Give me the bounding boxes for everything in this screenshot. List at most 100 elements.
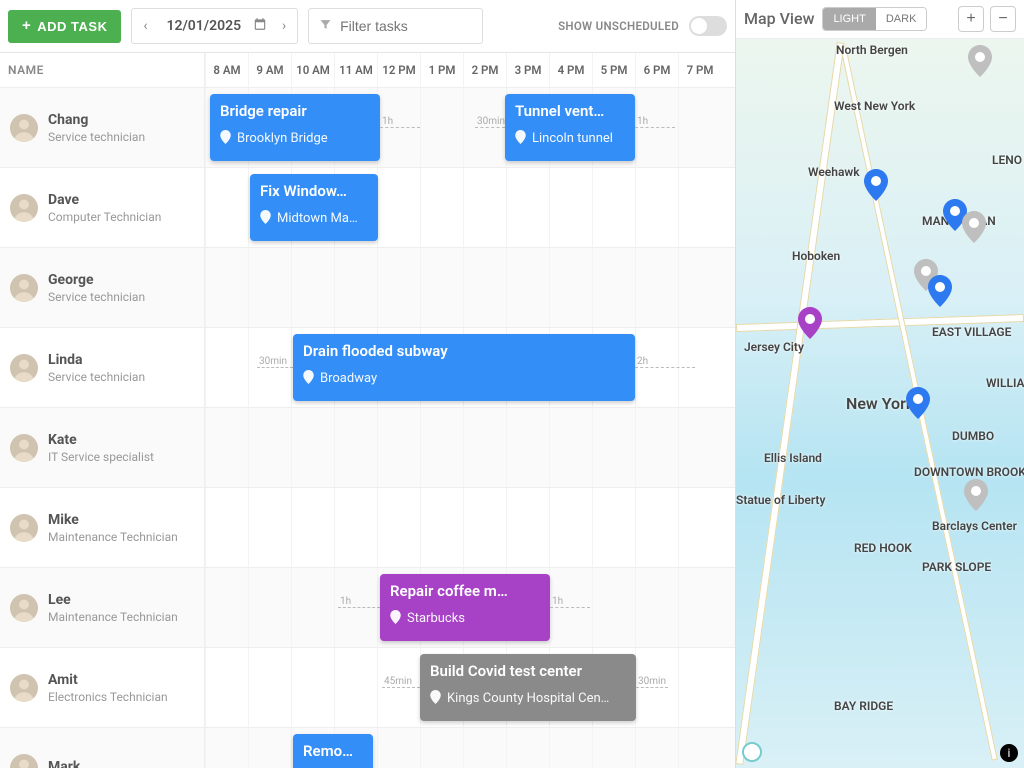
avatar	[10, 674, 38, 702]
task-card[interactable]: Build Covid test centerKings County Hosp…	[420, 654, 636, 721]
timeline-row[interactable]: Bridge repairBrooklyn Bridge1h30minTunne…	[205, 88, 735, 168]
unscheduled-toggle[interactable]	[689, 16, 727, 36]
avatar	[10, 194, 38, 222]
map-attribution-icon[interactable]	[742, 742, 762, 762]
time-header: 8 AM9 AM10 AM11 AM12 PM1 PM2 PM3 PM4 PM5…	[205, 53, 735, 88]
person-name: Amit	[48, 672, 168, 688]
timeline-row[interactable]: Fix Window… Midtown Ma…	[205, 168, 735, 248]
next-date-button[interactable]: ›	[271, 9, 297, 43]
task-card[interactable]: Drain flooded subway Broadway	[293, 334, 635, 401]
date-picker[interactable]: ‹ 12/01/2025 ›	[131, 8, 298, 44]
task-card[interactable]: Tunnel vent…Lincoln tunnel	[505, 94, 635, 161]
time-slot: 10 AM	[291, 53, 334, 87]
person-row[interactable]: Amit Electronics Technician	[0, 648, 204, 728]
map-label: Jersey City	[744, 340, 804, 354]
task-title: Drain flooded subway	[303, 342, 625, 360]
map-marker[interactable]	[962, 211, 986, 243]
person-row[interactable]: LindaService technician	[0, 328, 204, 408]
avatar	[10, 434, 38, 462]
avatar	[10, 514, 38, 542]
travel-time: 30min	[475, 127, 505, 129]
date-value: 12/01/2025	[158, 18, 249, 34]
map-label: North Bergen	[836, 43, 908, 57]
person-name: Mike	[48, 512, 178, 528]
timeline-row[interactable]: 30minDrain flooded subwayBroadway2h	[205, 328, 735, 408]
avatar	[10, 594, 38, 622]
unscheduled-label: SHOW UNSCHEDULED	[558, 19, 679, 33]
person-row[interactable]: Mike Maintenance Technician	[0, 488, 204, 568]
map-label: Ellis Island	[764, 451, 822, 465]
avatar	[10, 274, 38, 302]
task-title: Fix Window…	[260, 182, 368, 200]
time-slot: 8 AM	[205, 53, 248, 87]
calendar-icon[interactable]	[249, 17, 271, 35]
task-location: Broadway	[303, 370, 625, 387]
time-slot: 1 PM	[420, 53, 463, 87]
task-location: Kings County Hospital Cen…	[430, 690, 626, 707]
name-column-header: NAME	[0, 53, 204, 88]
map-marker[interactable]	[964, 479, 988, 511]
filter-box[interactable]	[308, 8, 483, 44]
map-light-button[interactable]: LIGHT	[823, 8, 875, 30]
person-row[interactable]: Mark	[0, 728, 204, 768]
zoom-out-button[interactable]: −	[990, 6, 1016, 32]
task-location: Midtown Ma…	[260, 210, 368, 227]
map-label: Weehawk	[808, 165, 860, 179]
person-row[interactable]: DaveComputer Technician	[0, 168, 204, 248]
location-pin-icon	[430, 690, 441, 707]
map-marker[interactable]	[968, 45, 992, 77]
time-slot: 5 PM	[592, 53, 635, 87]
timeline-row[interactable]: Remo…	[205, 728, 735, 768]
map-label: Hoboken	[792, 249, 840, 263]
map-dark-button[interactable]: DARK	[876, 8, 927, 30]
timeline-row[interactable]	[205, 488, 735, 568]
person-row[interactable]: ChangService technician	[0, 88, 204, 168]
timeline-row[interactable]: 45minBuild Covid test centerKings County…	[205, 648, 735, 728]
add-task-button[interactable]: + ADD TASK	[8, 10, 121, 43]
time-slot: 6 PM	[635, 53, 678, 87]
location-pin-icon	[260, 210, 271, 227]
filter-input[interactable]	[340, 18, 472, 34]
person-role: Service technician	[48, 370, 145, 384]
person-role: Electronics Technician	[48, 690, 168, 704]
task-card[interactable]: Fix Window… Midtown Ma…	[250, 174, 378, 241]
map-marker[interactable]	[798, 307, 822, 339]
map-label: DUMBO	[952, 429, 994, 443]
map-theme-segment: LIGHT DARK	[822, 7, 927, 31]
map-marker[interactable]	[906, 387, 930, 419]
timeline-row[interactable]	[205, 248, 735, 328]
travel-time: 1h	[550, 607, 590, 609]
person-role: Service technician	[48, 130, 145, 144]
person-row[interactable]: KateIT Service specialist	[0, 408, 204, 488]
time-slot: 7 PM	[678, 53, 721, 87]
map-header: Map View LIGHT DARK + −	[736, 0, 1024, 39]
person-name: Kate	[48, 432, 154, 448]
timeline-row[interactable]: 1hRepair coffee m…Starbucks1h	[205, 568, 735, 648]
person-row[interactable]: GeorgeService technician	[0, 248, 204, 328]
map-label: PARK SLOPE	[922, 560, 991, 574]
task-card[interactable]: Bridge repairBrooklyn Bridge	[210, 94, 380, 161]
travel-time: 30min	[636, 687, 668, 689]
map-canvas[interactable]: i North BergenWest New YorkWeehawkMANHAT…	[736, 39, 1024, 768]
time-slot: 2 PM	[463, 53, 506, 87]
task-card[interactable]: Repair coffee m…Starbucks	[380, 574, 550, 641]
task-location: Lincoln tunnel	[515, 130, 625, 147]
task-title: Repair coffee m…	[390, 582, 540, 600]
timeline-row[interactable]	[205, 408, 735, 488]
person-role: Service technician	[48, 290, 145, 304]
prev-date-button[interactable]: ‹	[132, 9, 158, 43]
person-role: Maintenance Technician	[48, 530, 178, 544]
person-name: Mark	[48, 759, 80, 768]
map-marker[interactable]	[864, 169, 888, 201]
task-card[interactable]: Remo…	[293, 734, 373, 768]
map-label: BAY RIDGE	[834, 699, 893, 713]
zoom-in-button[interactable]: +	[958, 6, 984, 32]
person-row[interactable]: LeeMaintenance Technician	[0, 568, 204, 648]
map-marker[interactable]	[928, 275, 952, 307]
travel-time: 45min	[382, 687, 420, 689]
info-icon[interactable]: i	[1000, 744, 1018, 762]
person-role: Computer Technician	[48, 210, 161, 224]
location-pin-icon	[515, 130, 526, 147]
person-name: Lee	[48, 592, 178, 608]
avatar	[10, 114, 38, 142]
